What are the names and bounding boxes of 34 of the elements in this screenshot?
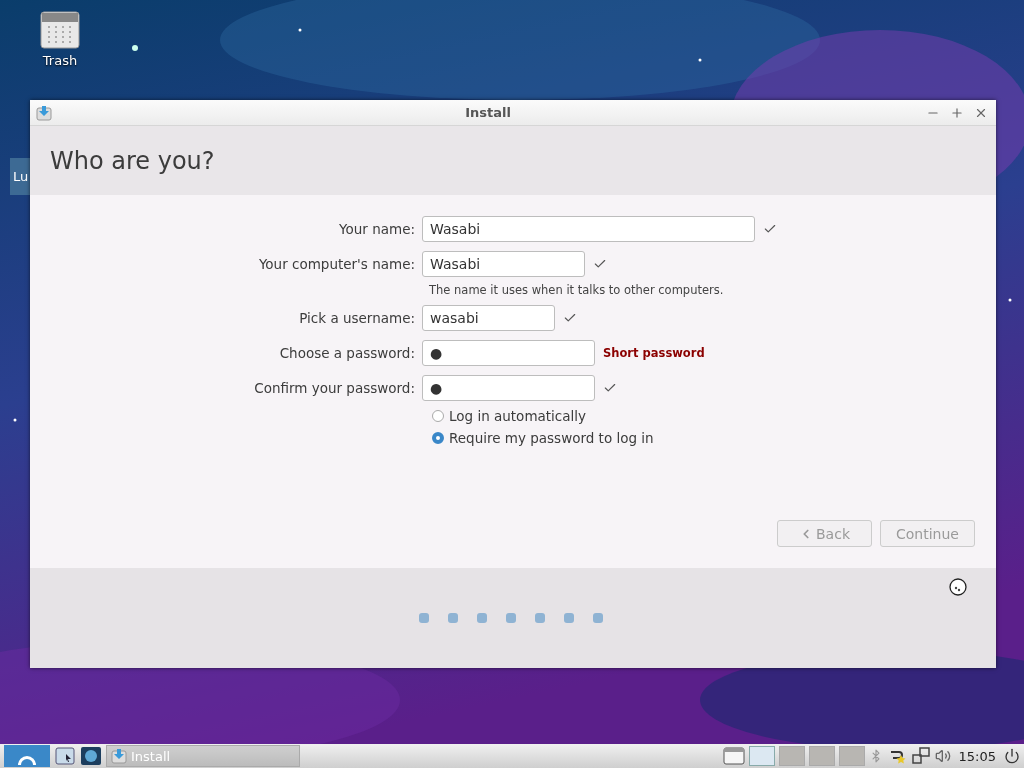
calendar-icon[interactable] xyxy=(40,10,80,50)
installer-icon[interactable] xyxy=(111,748,127,764)
input-field[interactable]: Wasabi xyxy=(422,251,585,277)
desktop-icon-label[interactable]: Trash xyxy=(42,53,78,68)
volume-icon[interactable] xyxy=(934,748,951,764)
clock[interactable]: 15:05 xyxy=(958,748,996,764)
start-menu-icon[interactable] xyxy=(4,745,50,767)
input-field[interactable]: Wasabi xyxy=(422,216,755,242)
workspace-button[interactable] xyxy=(808,746,835,766)
warning-message: Short password xyxy=(603,346,705,360)
radio-label[interactable]: Log in automatically xyxy=(449,408,587,424)
field-hint: The name it uses when it talks to other computers. xyxy=(429,283,725,297)
field-label: Your computer's name: xyxy=(257,256,416,272)
workspace-button[interactable] xyxy=(748,746,775,766)
installer-icon xyxy=(36,104,52,121)
network-icon[interactable] xyxy=(910,746,931,766)
globe-icon[interactable] xyxy=(80,746,102,766)
workspace-button[interactable] xyxy=(838,746,865,766)
field-label: Choose a password: xyxy=(278,345,416,361)
field-label: Pick a username: xyxy=(298,310,416,326)
page-heading: Who are you? xyxy=(50,146,215,175)
field-label: Your name: xyxy=(338,221,416,237)
input-field[interactable]: wasabi xyxy=(422,305,555,331)
radio-button[interactable] xyxy=(432,410,444,422)
input-field[interactable]: ● xyxy=(422,340,595,366)
input-field[interactable]: ● xyxy=(422,375,595,401)
workspace-button[interactable] xyxy=(778,746,805,766)
radio-button[interactable] xyxy=(432,432,444,444)
power-icon[interactable] xyxy=(1004,748,1020,764)
radio-label[interactable]: Require my password to log in xyxy=(449,430,654,446)
window-list-icon[interactable] xyxy=(722,746,745,766)
spinner-icon xyxy=(949,578,967,596)
window-title: Install xyxy=(464,105,512,120)
field-label: Confirm your password: xyxy=(253,380,416,396)
